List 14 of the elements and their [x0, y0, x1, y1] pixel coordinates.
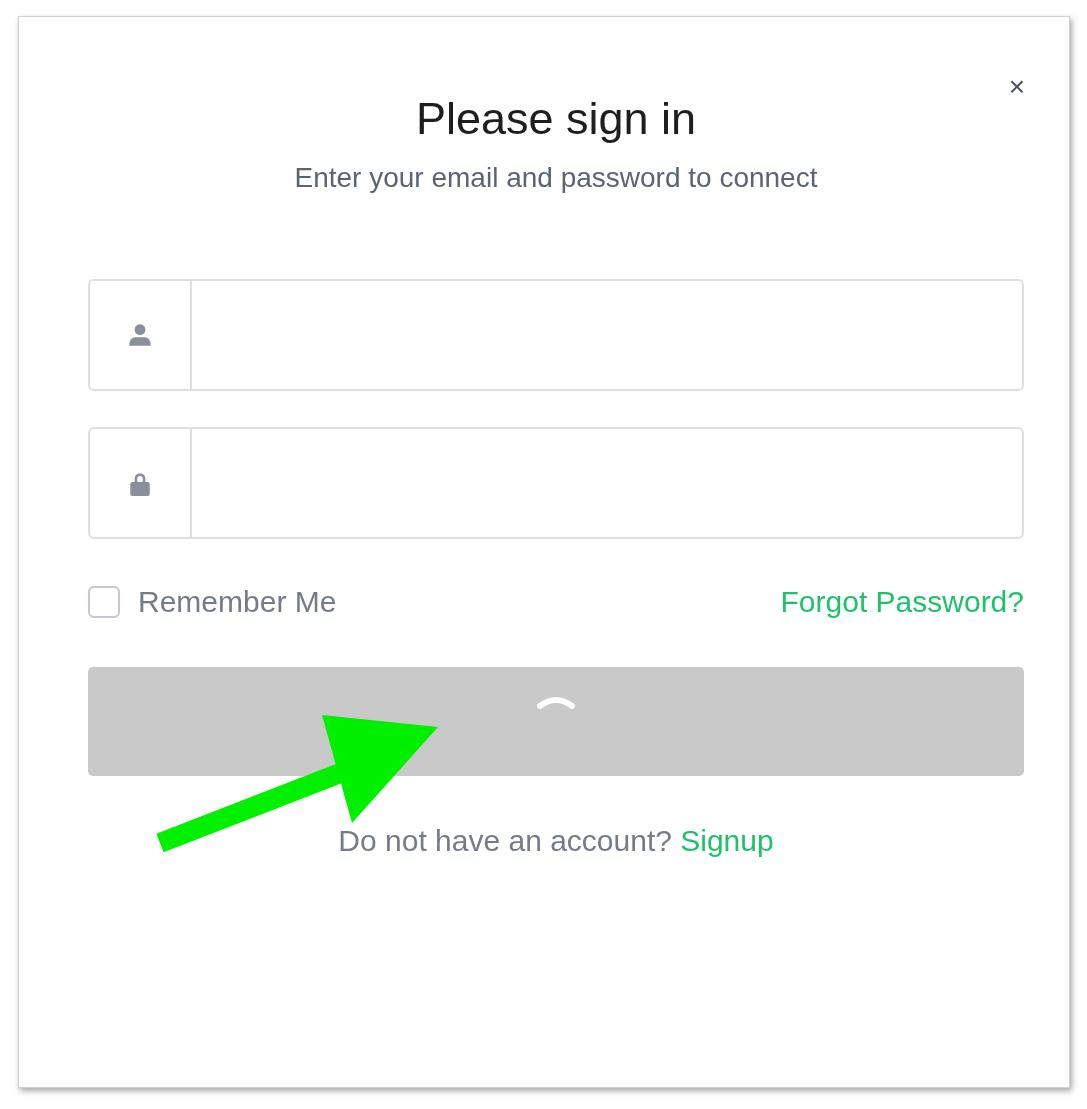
- signup-prompt: Do not have an account?: [338, 824, 673, 857]
- lock-icon: [127, 470, 153, 496]
- close-button[interactable]: ×: [1008, 73, 1025, 101]
- remember-checkbox[interactable]: [88, 586, 120, 618]
- signup-link[interactable]: Signup: [680, 824, 774, 857]
- dialog-title: Please sign in: [414, 92, 698, 146]
- username-field[interactable]: [88, 279, 1024, 391]
- spinner-icon: [536, 695, 576, 710]
- sign-in-button[interactable]: [88, 667, 1024, 776]
- user-icon: [127, 322, 153, 348]
- forgot-password-link[interactable]: Forgot Password?: [780, 585, 1024, 619]
- password-field[interactable]: [88, 427, 1024, 539]
- remember-label: Remember Me: [138, 585, 337, 619]
- dialog-subtitle: Enter your email and password to connect: [293, 161, 819, 195]
